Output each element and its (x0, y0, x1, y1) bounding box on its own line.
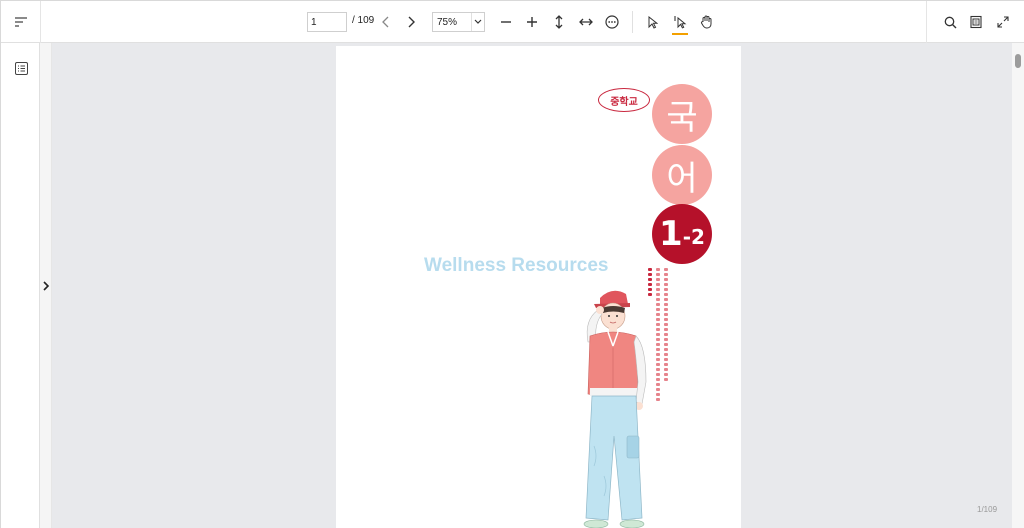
chevron-down-icon (471, 13, 484, 31)
hand-pan-button[interactable] (694, 10, 718, 34)
toolbar: / 109 75% (1, 1, 1024, 43)
sidebar-expand-toggle[interactable] (40, 43, 52, 528)
previous-page-button[interactable] (374, 10, 398, 34)
more-options-button[interactable] (600, 10, 624, 34)
sidebar (1, 43, 40, 528)
student-illustration (583, 290, 647, 528)
text-cursor-icon (674, 16, 687, 29)
search-button[interactable] (938, 10, 962, 34)
select-cursor-button[interactable] (641, 10, 665, 34)
page-total-label: / 109 (352, 15, 375, 26)
subject-circle-2: 어 (652, 145, 712, 205)
toolbar-divider (40, 1, 41, 43)
zoom-in-icon (527, 17, 537, 27)
pdf-viewer-window: / 109 75% (0, 0, 1024, 528)
print-icon (970, 15, 982, 29)
page-number-input[interactable] (307, 12, 347, 32)
scrollbar-thumb[interactable] (1015, 54, 1021, 68)
author-column (656, 268, 661, 401)
zoom-out-icon (501, 21, 511, 23)
print-button[interactable] (964, 10, 988, 34)
grade-sub: -2 (682, 225, 705, 249)
fullscreen-button[interactable] (991, 10, 1015, 34)
chevron-left-icon (382, 16, 389, 28)
school-badge: 중학교 (598, 88, 650, 112)
text-cursor-button[interactable] (668, 10, 692, 34)
active-tool-indicator (672, 33, 688, 35)
author-column (664, 268, 669, 401)
watermark-text: Wellness Resources (424, 255, 609, 276)
zoom-out-button[interactable] (494, 10, 518, 34)
zoom-in-button[interactable] (520, 10, 544, 34)
toolbar-divider-right (926, 1, 927, 43)
next-page-button[interactable] (399, 10, 423, 34)
expand-chevron-icon (41, 279, 51, 297)
fit-height-icon (555, 15, 563, 29)
more-options-icon (605, 15, 619, 29)
vertical-scrollbar[interactable] (1012, 43, 1024, 528)
outline-list-icon[interactable] (9, 56, 33, 80)
sort-icon[interactable] (9, 10, 33, 34)
page-footer-number: 1/109 (977, 505, 998, 514)
chevron-right-icon (408, 16, 415, 28)
fit-width-icon (579, 18, 593, 26)
document-page: 중학교 국 어 1 -2 Wellness Resources (336, 46, 741, 528)
zoom-select[interactable]: 75% (432, 12, 485, 32)
fit-height-button[interactable] (547, 10, 571, 34)
subject-circle-1: 국 (652, 84, 712, 144)
zoom-value: 75% (437, 17, 458, 28)
grade-main: 1 (659, 214, 683, 254)
grade-circle: 1 -2 (652, 204, 712, 264)
fullscreen-icon (997, 16, 1009, 28)
fit-width-button[interactable] (574, 10, 598, 34)
toolbar-separator (632, 11, 633, 33)
search-icon (944, 16, 956, 28)
select-cursor-icon (648, 15, 658, 29)
hand-pan-icon (700, 15, 711, 29)
